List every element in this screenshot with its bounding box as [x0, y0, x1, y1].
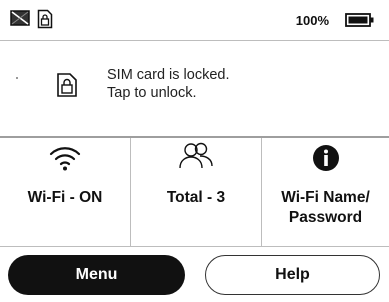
wifi-status-label: Wi-Fi - ON	[27, 189, 103, 206]
device-screen: 100% SIM card is locked. Tap to unlock.	[0, 0, 389, 302]
message-icon	[10, 9, 30, 32]
status-bar: 100%	[0, 0, 389, 40]
sim-locked-notice[interactable]: SIM card is locked. Tap to unlock.	[0, 41, 389, 136]
battery-percent: 100%	[295, 13, 329, 28]
wifi-name-password-line-1: Wi-Fi Name/	[281, 189, 370, 206]
connected-total-label: Total - 3	[166, 189, 226, 206]
wifi-name-password-label: Wi-Fi Name/ Password	[262, 188, 389, 228]
tiles-divider	[0, 246, 389, 247]
notice-text: SIM card is locked. Tap to unlock.	[107, 66, 230, 102]
notice-line-1: SIM card is locked.	[107, 67, 230, 83]
battery-icon	[345, 12, 375, 33]
sim-lock-icon	[56, 72, 78, 103]
tile-wifi[interactable]: Wi-Fi - ON	[0, 138, 130, 246]
wifi-icon	[49, 144, 81, 177]
tile-connected-users[interactable]: Total - 3	[131, 138, 261, 246]
decorative-dot	[16, 77, 18, 79]
users-icon	[178, 142, 214, 177]
sim-lock-icon	[37, 9, 53, 34]
wifi-name-password-line-2: Password	[288, 209, 363, 226]
status-tiles: Wi-Fi - ON Total - 3 Wi-Fi Name/ Passwor…	[0, 138, 389, 246]
tile-wifi-name-password[interactable]: Wi-Fi Name/ Password	[262, 138, 389, 246]
menu-button[interactable]: Menu	[8, 255, 185, 295]
notice-line-2: Tap to unlock.	[107, 85, 197, 101]
info-icon	[312, 144, 340, 177]
help-button[interactable]: Help	[205, 255, 380, 295]
